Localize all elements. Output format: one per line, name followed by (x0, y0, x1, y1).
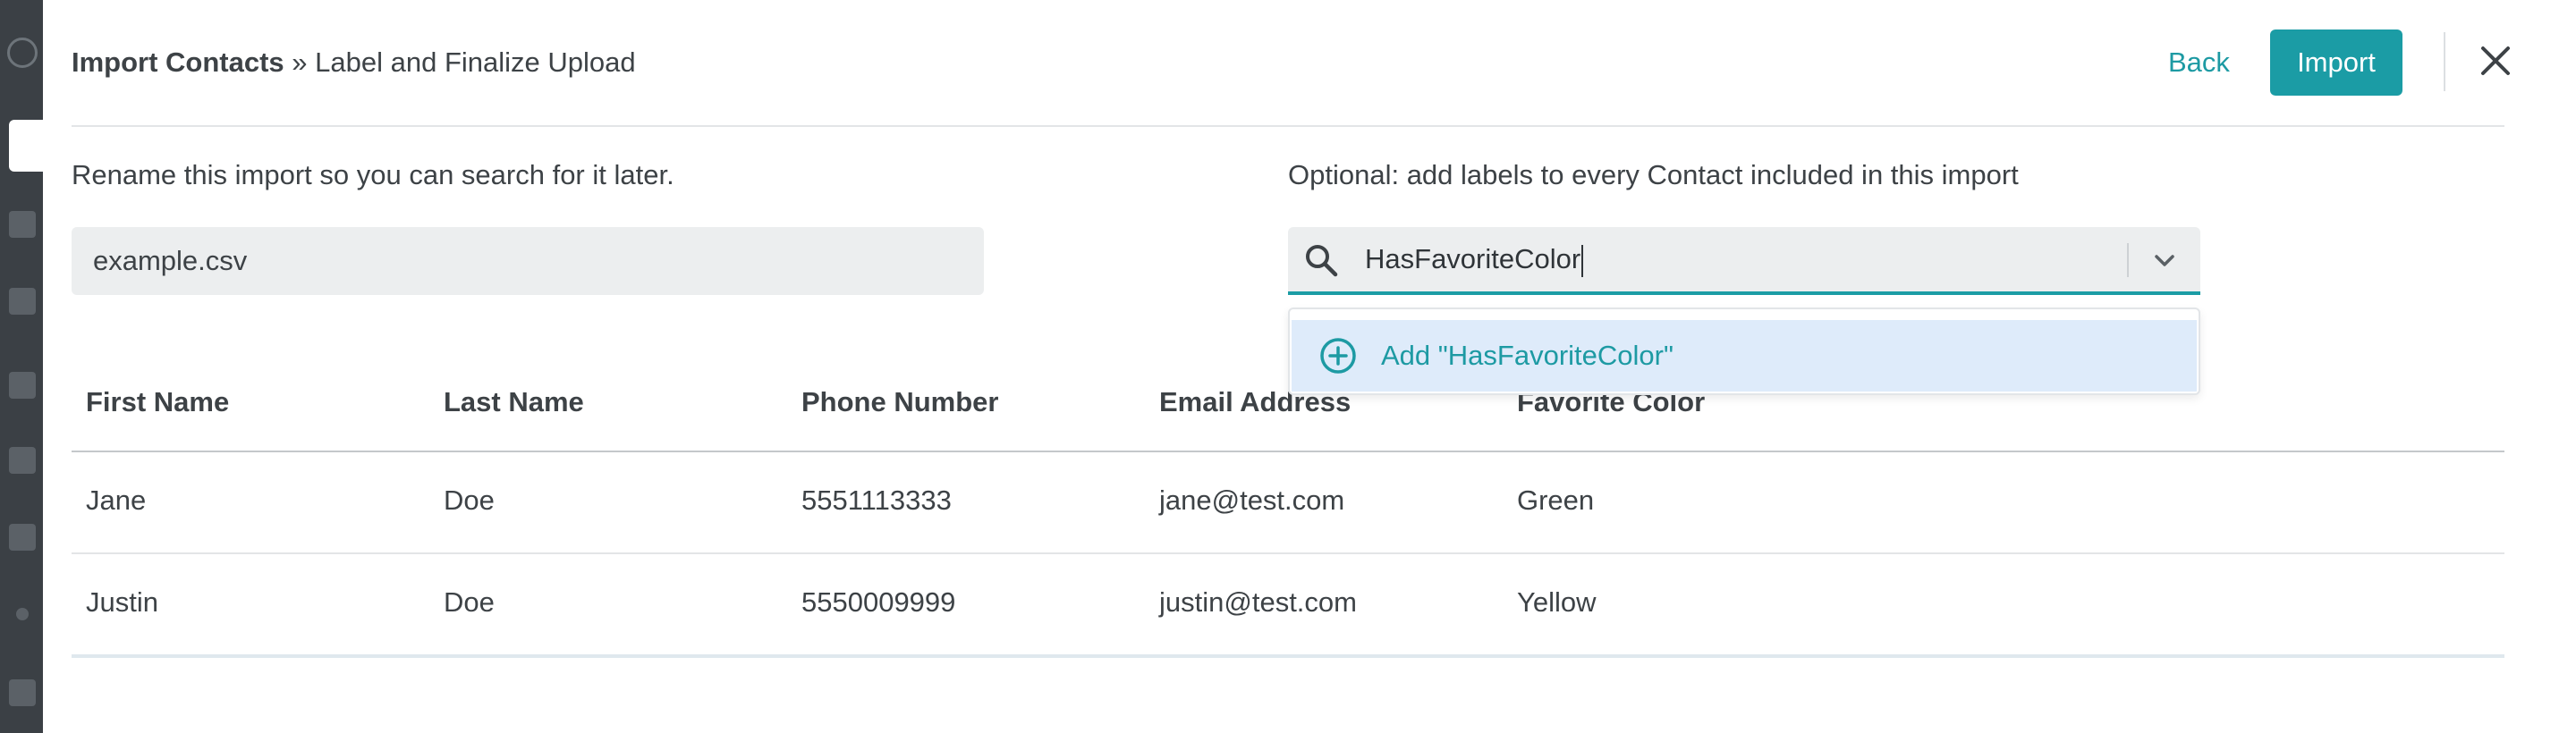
import-name-input[interactable] (72, 227, 984, 295)
table-cell: Yellow (1517, 586, 1597, 618)
background-nav-icon (9, 679, 36, 706)
close-button[interactable] (2474, 39, 2517, 82)
column-header-first-name: First Name (86, 386, 230, 417)
table-row: Jane Doe 5551113333 jane@test.com Green (72, 452, 2504, 554)
table-row: Justin Doe 5550009999 justin@test.com Ye… (72, 554, 2504, 658)
search-icon (1306, 245, 1338, 277)
title-bold: Import Contacts (72, 46, 284, 78)
import-button[interactable]: Import (2270, 29, 2402, 96)
plus-circle-icon (1320, 338, 1356, 374)
table-cell: Doe (444, 586, 495, 618)
table-cell: Jane (86, 484, 147, 516)
chevron-down-icon[interactable] (2147, 243, 2182, 279)
labels-label: Optional: add labels to every Contact in… (1288, 159, 2019, 190)
header-divider-line (72, 125, 2504, 127)
page-title: Import Contacts » Label and Finalize Upl… (72, 45, 636, 80)
app-logo-icon (7, 38, 38, 68)
background-nav-icon (9, 211, 36, 238)
background-active-nav-item (9, 120, 43, 172)
table-cell: justin@test.com (1159, 586, 1357, 618)
table-cell: Doe (444, 484, 495, 516)
background-nav-icon (9, 372, 36, 399)
table-cell: Green (1517, 484, 1595, 516)
column-header-last-name: Last Name (444, 386, 584, 417)
text-cursor (1581, 244, 1584, 277)
title-rest: » Label and Finalize Upload (284, 46, 636, 78)
background-nav-icon (9, 447, 36, 474)
table-cell: 5550009999 (801, 586, 956, 618)
add-label-option-text: Add "HasFavoriteColor" (1381, 340, 1674, 371)
rename-label: Rename this import so you can search for… (72, 159, 674, 190)
column-header-phone-number: Phone Number (801, 386, 999, 417)
labels-select[interactable]: HasFavoriteColor (1288, 227, 2200, 295)
background-nav-icon (9, 288, 36, 315)
table-cell: Justin (86, 586, 158, 618)
close-icon (2481, 46, 2510, 75)
back-button[interactable]: Back (2150, 30, 2248, 95)
header-divider (2444, 32, 2445, 91)
labels-search-input[interactable]: HasFavoriteColor (1365, 241, 1584, 277)
labels-search-value: HasFavoriteColor (1365, 243, 1581, 274)
table-cell: 5551113333 (801, 484, 952, 516)
background-nav-icon (9, 524, 36, 551)
add-label-option[interactable]: Add "HasFavoriteColor" (1292, 320, 2197, 392)
contacts-preview-table: First Name Last Name Phone Number Email … (72, 356, 2504, 658)
select-separator (2127, 243, 2129, 277)
import-contacts-modal: Import Contacts » Label and Finalize Upl… (43, 0, 2576, 733)
background-sidebar (0, 0, 43, 733)
background-nav-icon (16, 608, 29, 620)
table-cell: jane@test.com (1159, 484, 1345, 516)
labels-dropdown: Add "HasFavoriteColor" (1288, 308, 2200, 395)
